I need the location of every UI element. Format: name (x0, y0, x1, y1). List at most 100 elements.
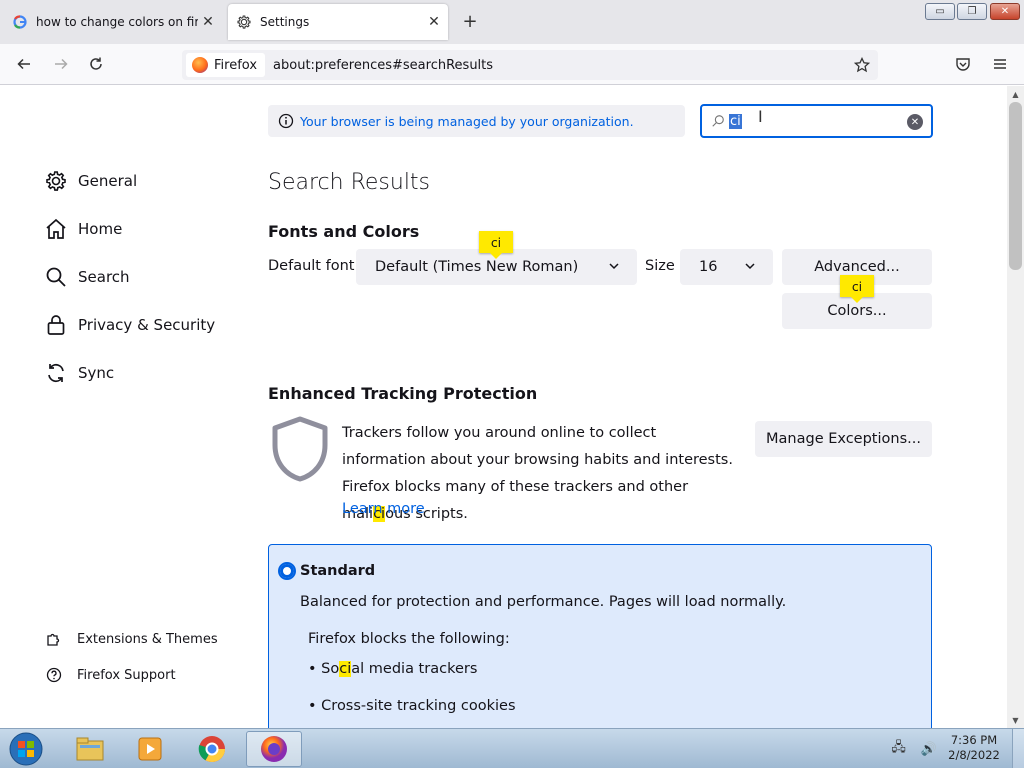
firefox-taskbar-button[interactable] (246, 731, 302, 767)
scroll-up-arrow-icon[interactable]: ▲ (1007, 86, 1024, 102)
shield-icon (272, 416, 328, 482)
clock-time: 7:36 PM (950, 733, 998, 747)
url-bar[interactable]: Firefox about:preferences#searchResults (182, 50, 878, 80)
manage-exceptions-button[interactable]: Manage Exceptions... (755, 421, 932, 457)
chevron-down-icon (745, 263, 755, 270)
windows-taskbar: 🖧 🔊 7:36 PM 2/8/2022 (0, 728, 1024, 768)
google-icon (12, 14, 28, 30)
default-font-value: Default (Times New Roman) (375, 259, 579, 275)
policies-notice-text: Your browser is being managed by your or… (300, 113, 634, 129)
list-item: • Cross-site tracking cookies (308, 698, 516, 714)
footer-link-label: Firefox Support (77, 667, 176, 683)
tab-title: Settings (260, 15, 310, 29)
blocks-heading: Firefox blocks the following: (308, 631, 510, 647)
identity-label: Firefox (214, 57, 258, 73)
forward-button[interactable] (49, 52, 73, 76)
chrome-taskbar-button[interactable] (184, 731, 240, 767)
category-label: Sync (78, 364, 115, 382)
new-tab-button[interactable]: + (460, 12, 480, 32)
category-privacy-security[interactable]: Privacy & Security (44, 309, 215, 341)
preferences-page: General Home Search Privacy & Security S… (0, 86, 1007, 728)
menu-icon (994, 59, 1006, 69)
clock-date: 2/8/2022 (948, 748, 1000, 762)
policies-notice[interactable]: Your browser is being managed by your or… (268, 105, 685, 137)
tab-title: how to change colors on firefo (36, 15, 198, 29)
hamburger-menu-button[interactable] (988, 52, 1012, 76)
gear-icon (236, 14, 252, 30)
lock-icon (44, 313, 68, 337)
windows-logo-icon (9, 732, 43, 766)
scroll-down-arrow-icon[interactable]: ▼ (1007, 712, 1024, 728)
category-sync[interactable]: Sync (44, 357, 114, 389)
standard-label: Standard (300, 563, 376, 579)
text-cursor-icon: I (758, 107, 763, 126)
bookmark-star-icon[interactable] (852, 55, 872, 75)
standard-protection-option[interactable]: Standard Balanced for protection and per… (268, 544, 932, 728)
show-desktop-button[interactable] (1012, 729, 1024, 768)
search-highlight-tooltip: ci (840, 275, 874, 303)
close-window-button[interactable]: ✕ (990, 3, 1020, 20)
page-scrollbar[interactable]: ▲ ▼ (1007, 86, 1024, 728)
fonts-colors-heading: Fonts and Colors (268, 222, 420, 241)
identity-box[interactable]: Firefox (186, 53, 266, 77)
firefox-icon (192, 57, 208, 73)
search-input[interactable]: ci (729, 113, 742, 129)
footer-link-label: Extensions & Themes (77, 631, 218, 647)
close-tab-icon[interactable]: ✕ (424, 12, 444, 32)
url-text[interactable]: about:preferences#searchResults (273, 58, 493, 73)
extensions-themes-link[interactable]: Extensions & Themes (46, 627, 218, 651)
learn-more-link[interactable]: Learn more (342, 501, 425, 517)
list-item: • Social media trackers (308, 661, 478, 677)
search-icon (44, 265, 68, 289)
tab-settings[interactable]: Settings ✕ (228, 4, 448, 40)
list-item-text: So (321, 661, 340, 677)
media-player-taskbar-button[interactable] (122, 731, 178, 767)
search-highlight-tooltip: ci (479, 231, 513, 259)
file-explorer-taskbar-button[interactable] (62, 731, 118, 767)
system-tray: 🖧 🔊 (884, 737, 944, 761)
search-match-highlight: ci (339, 661, 352, 677)
page-title: Search Results (268, 170, 431, 195)
category-label: Privacy & Security (78, 316, 216, 334)
home-icon (44, 217, 68, 241)
volume-icon[interactable]: 🔊 (920, 742, 936, 757)
start-button[interactable] (4, 730, 48, 768)
minimize-button[interactable]: ▭ (925, 3, 955, 20)
font-size-value: 16 (699, 259, 718, 275)
gear-icon (44, 169, 68, 193)
taskbar-clock[interactable]: 7:36 PM 2/8/2022 (946, 733, 1002, 763)
close-tab-icon[interactable]: ✕ (198, 12, 218, 32)
font-size-label: Size (645, 258, 675, 274)
list-item-text: Cross-site tracking cookies (321, 698, 516, 714)
reload-icon (90, 57, 102, 70)
pocket-button[interactable] (951, 52, 975, 76)
standard-radio[interactable] (278, 562, 296, 580)
firefox-support-link[interactable]: Firefox Support (46, 663, 176, 687)
navigation-toolbar: Firefox about:preferences#searchResults (0, 44, 1024, 85)
network-icon[interactable]: 🖧 (891, 738, 906, 760)
media-player-icon (138, 737, 162, 761)
reload-button[interactable] (84, 52, 108, 76)
find-in-options-search[interactable]: ci ✕ (700, 104, 933, 138)
scrollbar-thumb[interactable] (1009, 102, 1022, 270)
arrow-left-icon (17, 58, 30, 70)
tab-google-search[interactable]: how to change colors on firefo ✕ (0, 4, 222, 40)
info-icon (278, 113, 294, 129)
category-general[interactable]: General (44, 165, 137, 197)
chrome-icon (198, 736, 226, 763)
clear-search-icon[interactable]: ✕ (907, 114, 923, 130)
puzzle-icon (46, 631, 62, 647)
list-item-text-end: al media trackers (351, 661, 478, 677)
category-label: Home (78, 220, 123, 238)
tab-bar: how to change colors on firefo ✕ Setting… (0, 0, 1024, 44)
default-font-label: Default font (268, 258, 355, 274)
back-button[interactable] (12, 52, 36, 76)
category-label: Search (78, 268, 130, 286)
category-label: General (78, 172, 138, 190)
search-icon (712, 115, 724, 127)
maximize-button[interactable]: ❐ (957, 3, 987, 20)
chevron-down-icon (609, 263, 619, 270)
category-search[interactable]: Search (44, 261, 130, 293)
category-home[interactable]: Home (44, 213, 122, 245)
font-size-select[interactable]: 16 (680, 249, 773, 285)
